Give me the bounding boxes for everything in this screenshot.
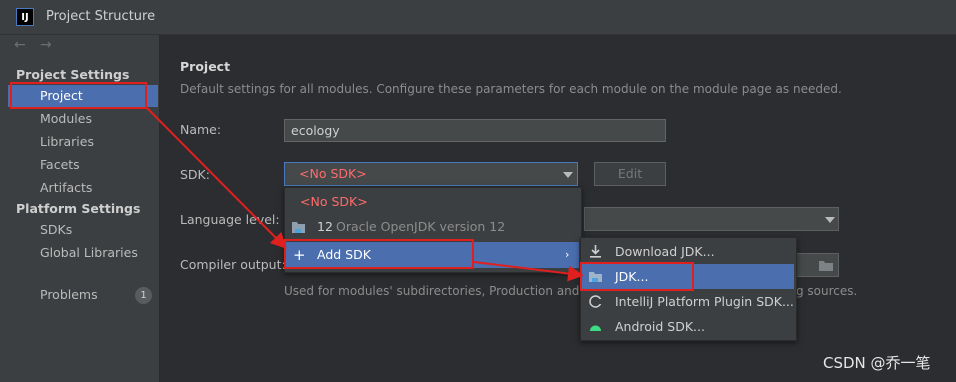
annotation-arrow-1 [146,107,287,249]
watermark: CSDN @乔一笔 [823,354,931,372]
annotation-arrow-2 [473,261,584,282]
annotation-arrows [146,107,584,282]
